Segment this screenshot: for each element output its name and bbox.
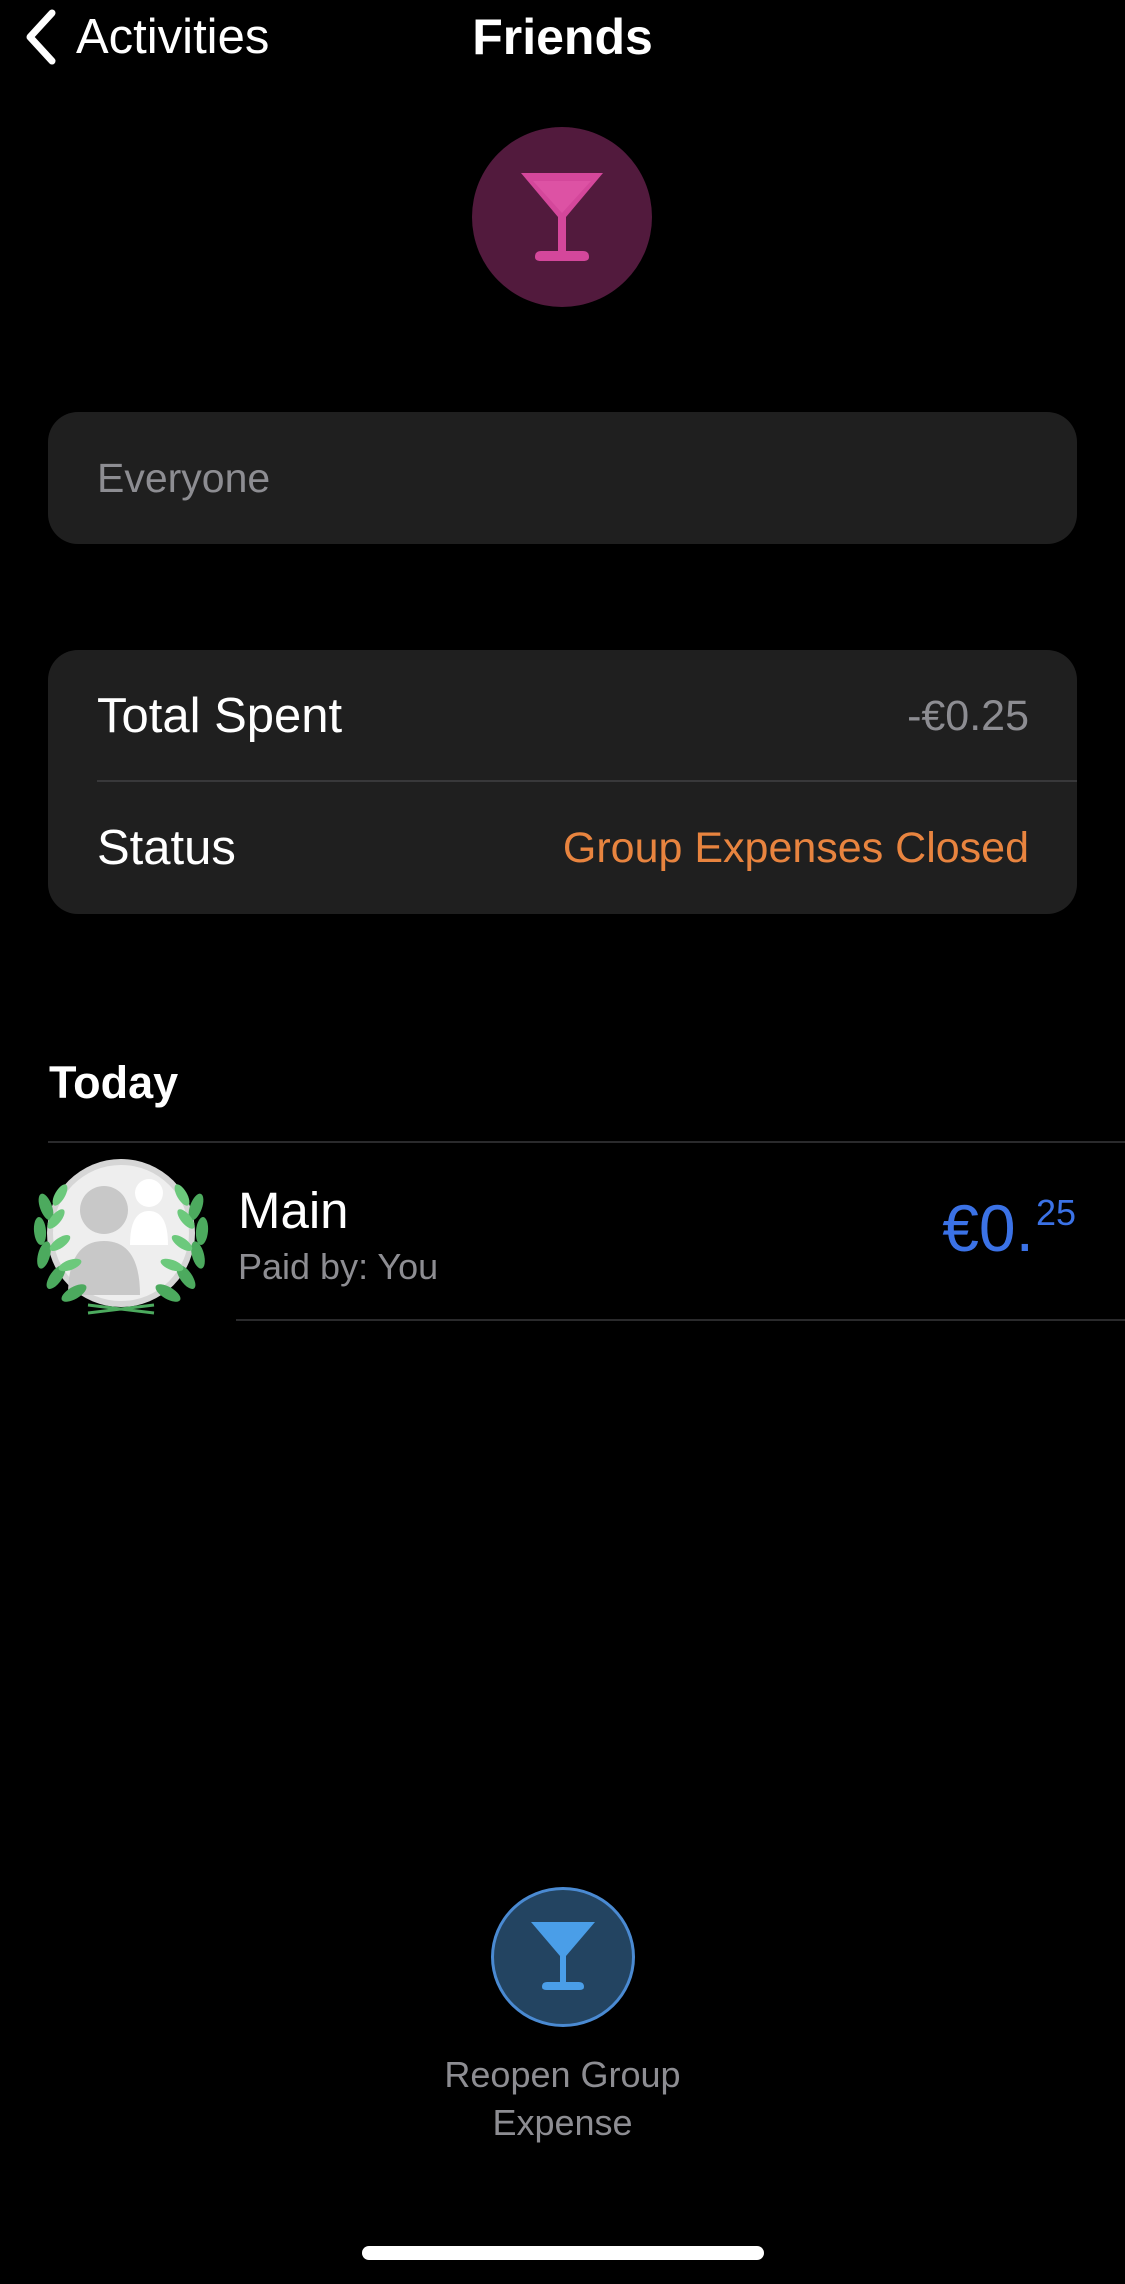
summary-card: Total Spent -€0.25 Status Group Expenses… [48,650,1077,914]
status-value: Group Expenses Closed [562,823,1029,872]
expense-amount-cents: 25 [1035,1192,1076,1233]
expense-row[interactable]: Main Paid by: You €0. 25 [0,1143,1125,1321]
expense-amount: €0. 25 [942,1191,1076,1265]
page-title: Friends [472,9,653,65]
participants-placeholder: Everyone [97,454,271,501]
reopen-group-expense-button[interactable]: Reopen Group Expense [0,1887,1125,2147]
total-spent-value: -€0.25 [907,691,1029,740]
status-row: Status Group Expenses Closed [48,782,1077,914]
row-divider [236,1319,1125,1321]
section-title: Today [49,1057,179,1108]
cocktail-glass-icon [521,173,603,261]
home-indicator[interactable] [362,2246,764,2260]
group-expense-screen: Activities Friends Everyone Total Spent … [0,0,1125,2284]
reopen-icon-circle [490,1887,635,2027]
laurel-avatar-icon [33,1159,209,1315]
reopen-label: Reopen Group Expense [444,2054,681,2143]
participants-field[interactable]: Everyone [48,412,1077,544]
expense-amount-main: €0. [942,1191,1034,1265]
expense-paid-by: Paid by: You [238,1246,439,1287]
total-spent-row: Total Spent -€0.25 [48,650,1077,782]
status-label: Status [97,821,236,875]
cocktail-glass-icon [530,1922,595,1990]
total-spent-label: Total Spent [97,689,343,743]
group-icon [472,127,652,307]
expense-name: Main [238,1182,349,1239]
